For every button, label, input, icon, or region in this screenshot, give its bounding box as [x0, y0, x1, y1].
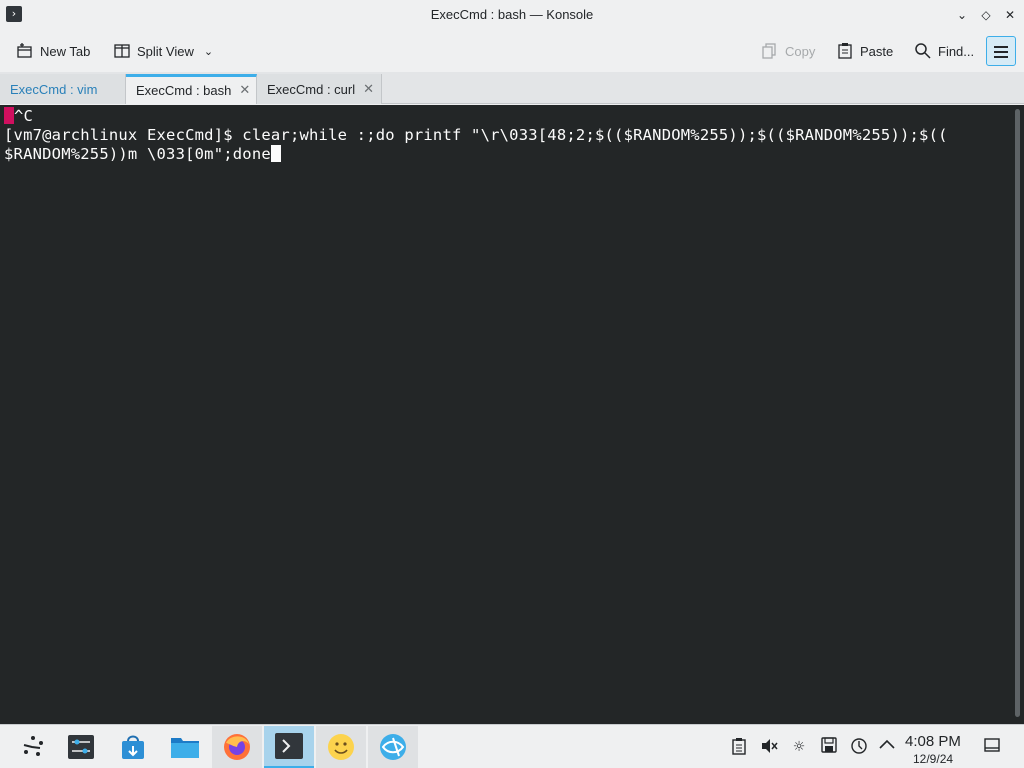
terminal-line: $RANDOM%255))m \033[0m";done — [4, 145, 281, 163]
new-tab-icon — [16, 42, 34, 60]
discover-icon[interactable] — [108, 726, 158, 768]
split-view-icon — [113, 42, 131, 60]
find-label: Find... — [938, 43, 975, 59]
terminal-line: ^C — [4, 107, 33, 125]
paste-icon — [836, 42, 854, 60]
tab-label: ExecCmd : bash — [136, 83, 232, 98]
tab-vim[interactable]: ExecCmd : vim — [0, 74, 126, 104]
updates-icon[interactable] — [849, 737, 869, 757]
toolbar: New Tab Split View ⌄ Copy Paste Find... — [0, 30, 1024, 72]
system-settings-icon[interactable] — [56, 726, 106, 768]
brightness-icon[interactable]: ☼ — [789, 737, 809, 757]
copy-label: Copy — [785, 43, 816, 59]
firefox-icon[interactable] — [212, 726, 262, 768]
scrollbar[interactable] — [1010, 105, 1024, 724]
tab-label: ExecCmd : vim — [10, 81, 98, 97]
new-tab-label: New Tab — [40, 43, 91, 59]
split-view-button[interactable]: Split View ⌄ — [113, 38, 213, 64]
paste-label: Paste — [860, 43, 894, 59]
paste-button[interactable]: Paste — [836, 38, 893, 64]
konsole-icon[interactable] — [264, 726, 314, 768]
show-desktop-icon[interactable] — [982, 737, 1002, 757]
clock-date[interactable]: 12/9/24 — [913, 752, 953, 766]
tab-bash[interactable]: ExecCmd : bash ✕ — [126, 74, 257, 104]
app-launcher-icon[interactable] — [8, 726, 58, 768]
close-tab-icon[interactable]: ✕ — [363, 82, 374, 97]
tab-bar: ExecCmd : vim ExecCmd : bash ✕ ExecCmd :… — [0, 72, 1024, 104]
dolphin-icon[interactable] — [160, 726, 210, 768]
copy-button[interactable]: Copy — [761, 38, 815, 64]
find-button[interactable]: Find... — [914, 38, 974, 64]
clock-time[interactable]: 4:08 PM — [905, 733, 961, 750]
tab-label: ExecCmd : curl — [267, 81, 356, 97]
close-tab-icon[interactable]: ✕ — [239, 83, 250, 98]
hamburger-menu-icon[interactable] — [986, 36, 1016, 66]
title-bar: › ExecCmd : bash — Konsole ⌄ ◇ ✕ — [0, 0, 1024, 30]
chevron-down-icon[interactable]: ⌄ — [204, 45, 213, 58]
tab-curl[interactable]: ExecCmd : curl ✕ — [257, 74, 382, 104]
split-view-label: Split View — [137, 43, 194, 59]
maximize-icon[interactable]: ◇ — [976, 5, 996, 25]
red-block — [4, 107, 14, 124]
taskbar: ☼ 4:08 PM 12/9/24 — [0, 724, 1024, 768]
clipboard-icon[interactable] — [729, 737, 749, 757]
terminal-line: [vm7@archlinux ExecCmd]$ clear;while :;d… — [4, 126, 948, 144]
disk-icon[interactable] — [819, 737, 839, 757]
volume-muted-icon[interactable] — [759, 737, 779, 757]
new-tab-button[interactable]: New Tab — [16, 38, 90, 64]
minimize-icon[interactable]: ⌄ — [952, 5, 972, 25]
text-cursor — [270, 145, 281, 162]
browser-icon[interactable] — [368, 726, 418, 768]
window-title: ExecCmd : bash — Konsole — [430, 7, 594, 22]
chevron-up-icon[interactable] — [877, 737, 897, 757]
close-icon[interactable]: ✕ — [1000, 5, 1020, 25]
search-icon — [914, 42, 932, 60]
smiley-app-icon[interactable] — [316, 726, 366, 768]
copy-icon — [761, 42, 779, 60]
terminal-view[interactable]: ^C [vm7@archlinux ExecCmd]$ clear;while … — [0, 105, 1024, 724]
